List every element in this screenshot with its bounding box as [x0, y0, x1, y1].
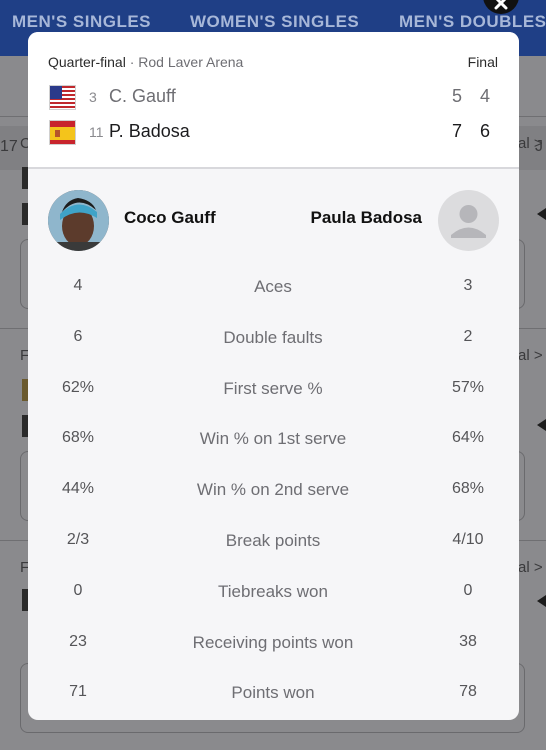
stat-row: 2/3 Break points 4/10 [28, 516, 519, 567]
tab-mens-doubles[interactable]: MEN'S DOUBLES [399, 12, 546, 32]
round-name: Quarter-final [48, 54, 126, 70]
stat-left-value: 68% [61, 429, 95, 447]
stat-row: 0 Tiebreaks won 0 [28, 567, 519, 618]
stat-label: Win % on 2nd serve [196, 480, 350, 500]
player-seed: 3 [89, 89, 97, 105]
stat-row: 62% First serve % 57% [28, 364, 519, 415]
player-photo [48, 190, 109, 251]
card-suffix: al > [518, 559, 543, 576]
stat-right-value: 64% [451, 429, 485, 447]
match-score-section: Quarter-final · Rod Laver Arena Final 3 … [28, 32, 519, 169]
stat-left-value: 4 [73, 277, 83, 294]
stat-left-value: 23 [69, 632, 87, 650]
stat-right-value: 2 [463, 327, 473, 345]
stat-row: 4 Aces 3 [28, 262, 519, 313]
player-left-name: Coco Gauff [124, 208, 216, 227]
stat-left-value: 0 [73, 581, 83, 599]
winner-arrow-icon [537, 419, 546, 431]
stat-label: Tiebreaks won [218, 581, 328, 601]
stat-label: Points won [231, 683, 315, 703]
player-name: P. Badosa [109, 121, 190, 141]
stat-right-value: 38 [459, 632, 477, 650]
score-row-player-2: 11 P. Badosa 7 6 [49, 118, 499, 148]
winner-arrow-icon [537, 208, 546, 220]
stat-right-value: 3 [463, 277, 473, 294]
stat-left-value: 2/3 [66, 530, 90, 548]
stat-right-value: 57% [451, 378, 485, 396]
stat-right-value: 4/10 [452, 530, 484, 548]
close-icon [494, 0, 508, 10]
spain-flag-icon [49, 120, 76, 145]
stats-table: 4 Aces 3 6 Double faults 2 62% First serve % 57%… [28, 262, 519, 719]
stat-row: 6 Double faults 2 [28, 313, 519, 364]
player-name: C. Gauff [109, 86, 176, 106]
stat-label: Double faults [223, 327, 323, 347]
match-status: Final [467, 54, 498, 70]
tab-womens-singles[interactable]: WOMEN'S SINGLES [190, 12, 359, 32]
set-score: 7 [451, 121, 462, 141]
set-score: 5 [451, 86, 462, 106]
stat-right-value: 78 [459, 683, 477, 701]
player-seed: 11 [89, 124, 104, 140]
stat-label: Receiving points won [192, 632, 354, 652]
stat-row: 44% Win % on 2nd serve 68% [28, 465, 519, 516]
stat-row: 71 Points won 78 [28, 668, 519, 719]
stat-label: First serve % [223, 378, 323, 398]
stat-label: Break points [225, 530, 321, 550]
separator: · [129, 54, 135, 70]
stat-left-value: 62% [61, 378, 95, 396]
score-row-player-1: 3 C. Gauff 5 4 [49, 83, 499, 113]
stat-right-value: 0 [463, 581, 473, 599]
stat-left-value: 6 [73, 327, 83, 345]
card-suffix: al > [518, 347, 543, 364]
winner-arrow-icon [537, 595, 546, 607]
player-header: Coco Gauff Paula Badosa [28, 170, 519, 270]
round-info: Quarter-final · Rod Laver Arena [48, 54, 243, 70]
stat-left-value: 71 [69, 683, 87, 701]
match-stats-modal: Quarter-final · Rod Laver Arena Final 3 … [28, 32, 519, 720]
person-placeholder-icon [438, 190, 499, 251]
stat-label: Aces [254, 277, 292, 296]
stat-right-value: 68% [451, 480, 485, 498]
set-score: 4 [479, 86, 490, 106]
tab-mens-singles[interactable]: MEN'S SINGLES [12, 12, 151, 32]
stat-row: 68% Win % on 1st serve 64% [28, 414, 519, 465]
stat-label: Win % on 1st serve [199, 429, 347, 449]
usa-flag-icon [49, 85, 76, 110]
set-score: 6 [479, 121, 490, 141]
stat-row: 23 Receiving points won 38 [28, 618, 519, 669]
stat-left-value: 44% [61, 480, 95, 498]
player-right-name: Paula Badosa [310, 208, 423, 227]
venue-name: Rod Laver Arena [138, 54, 244, 70]
card-suffix: al > [518, 135, 543, 152]
